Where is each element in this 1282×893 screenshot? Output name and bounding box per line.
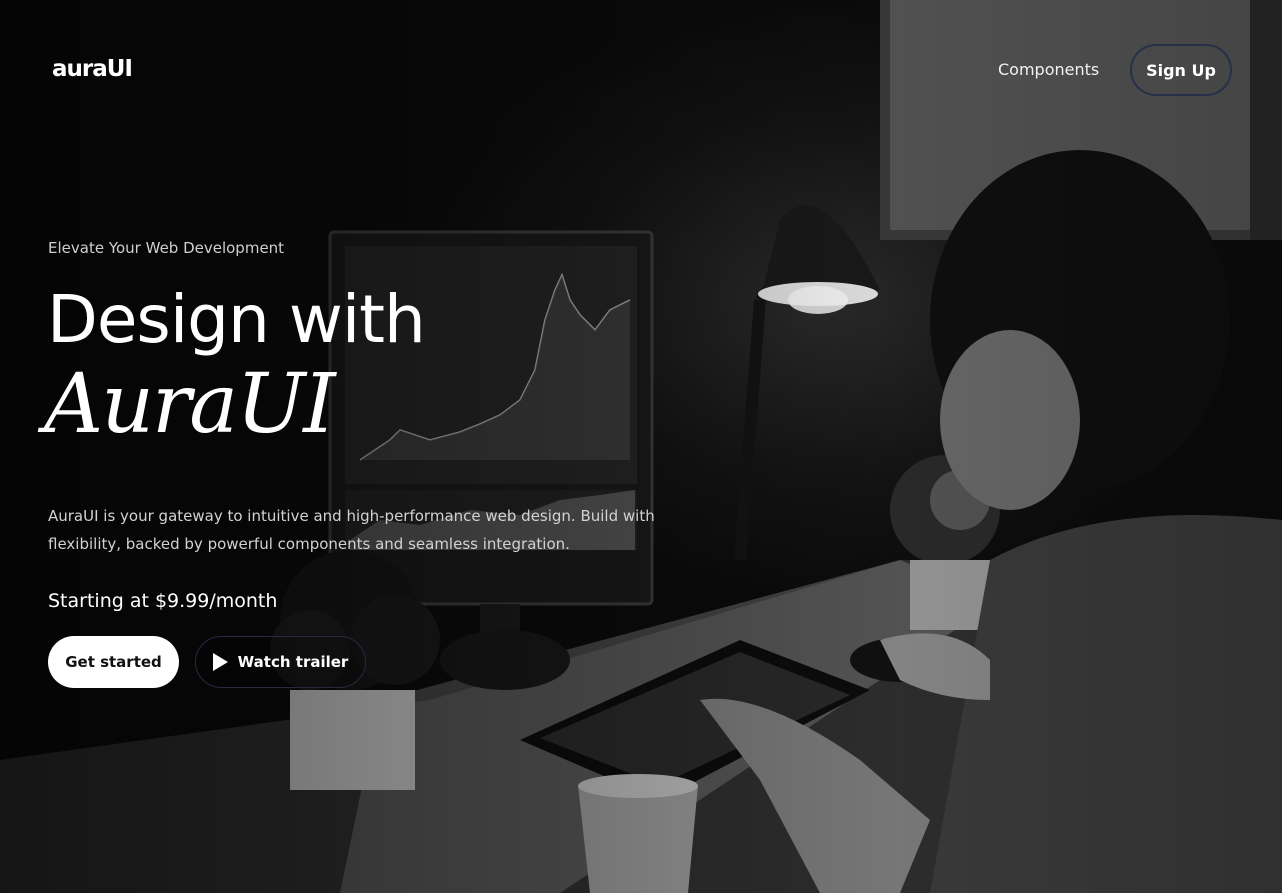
hero-description: AuraUI is your gateway to intuitive and … xyxy=(48,507,655,553)
hero-headline-line1: Design with xyxy=(47,281,426,358)
pricing-text: Starting at $9.99/month xyxy=(48,590,278,612)
hero-eyebrow: Elevate Your Web Development xyxy=(48,239,285,257)
logo[interactable]: auraUI xyxy=(52,56,133,82)
sign-up-button[interactable]: Sign Up xyxy=(1130,44,1232,96)
nav-link-components[interactable]: Components xyxy=(998,60,1099,79)
get-started-button[interactable]: Get started xyxy=(48,636,179,688)
watch-trailer-label: Watch trailer xyxy=(237,653,349,671)
hero-headline-line2: AuraUI xyxy=(44,357,336,452)
play-icon xyxy=(212,653,228,671)
watch-trailer-button[interactable]: Watch trailer xyxy=(195,636,366,688)
